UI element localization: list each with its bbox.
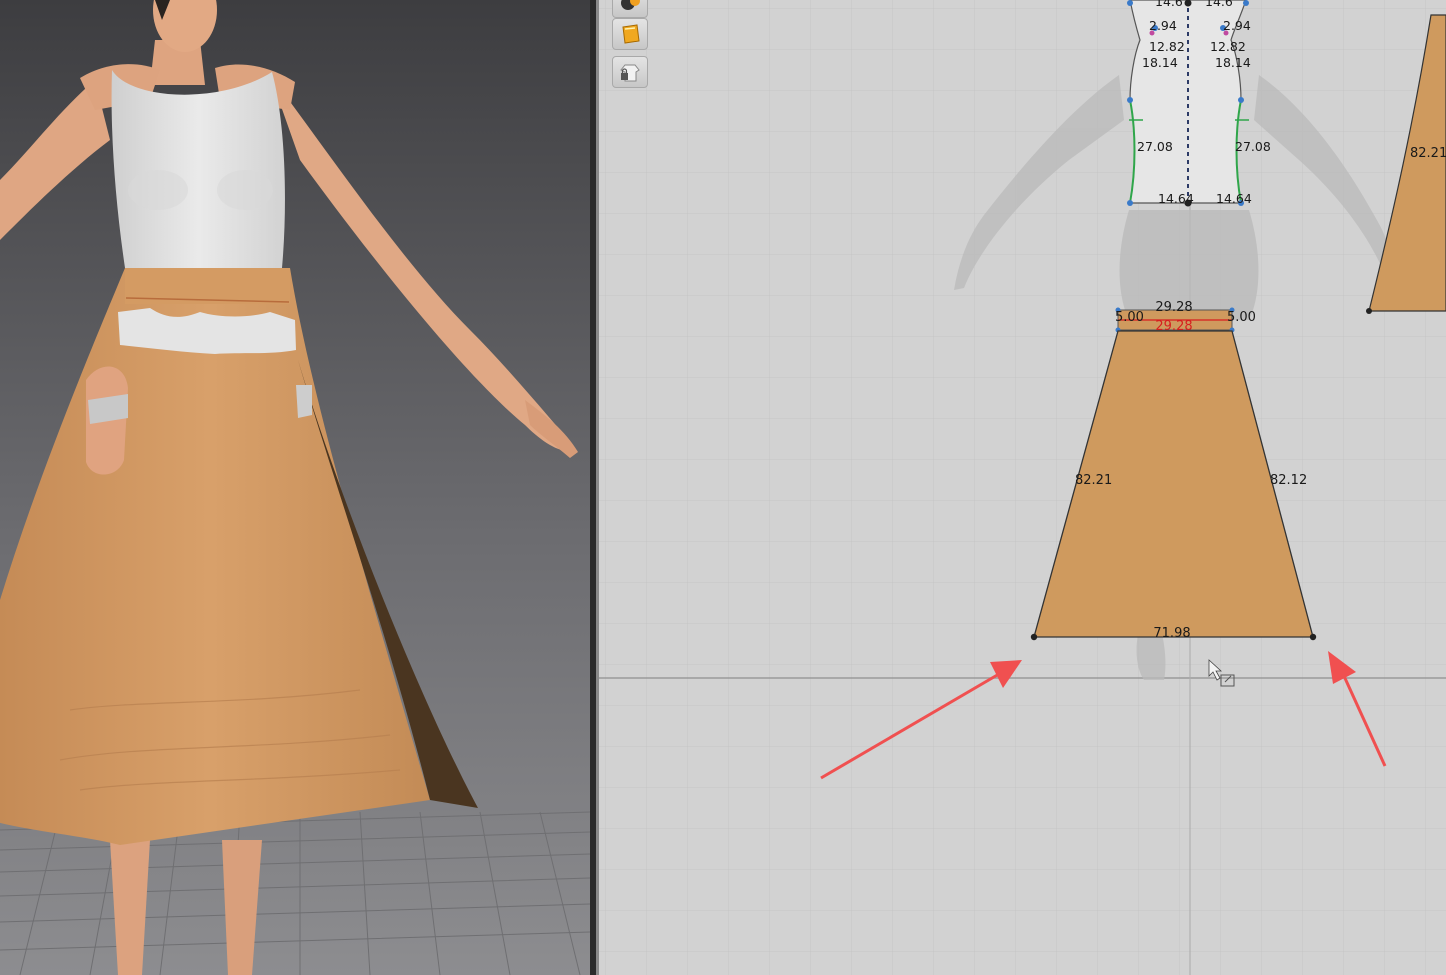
bodice-measure-top-left: 14.6 [1155,0,1183,9]
bodice-measure-neck-left: 2.94 [1149,18,1177,33]
pattern-canvas[interactable]: 14.6 14.6 2.94 2.94 12.82 12.82 18.14 18… [599,0,1446,975]
bodice-measure-shoulder-left: 18.14 [1142,55,1178,70]
lock-garment-icon[interactable] [612,56,648,88]
2d-pattern-window[interactable]: 14.6 14.6 2.94 2.94 12.82 12.82 18.14 18… [599,0,1446,975]
skirt-measure-left-side: 82.21 [1075,473,1112,488]
bodice-measure-waist-right: 14.64 [1216,191,1252,206]
waistband-measure-right: 5.00 [1227,310,1256,325]
3d-scene[interactable] [0,0,590,975]
skirt-measure-right-side: 82.12 [1270,473,1307,488]
bodice-measure-neck-right: 2.94 [1223,18,1251,33]
bodice-measure-top-right: 14.6 [1205,0,1233,9]
hem-point-right[interactable] [1309,633,1317,641]
bodice-measure-mid-left: 12.82 [1149,39,1185,54]
waistband-measure-left: 5.00 [1115,310,1144,325]
bodice-measure-mid-right: 12.82 [1210,39,1246,54]
bodice-measure-side-left: 27.08 [1137,139,1173,154]
avatar-display-icon[interactable] [612,0,648,18]
hem-point-left[interactable] [1030,633,1038,641]
skirt-measure-hem: 71.98 [1153,626,1190,641]
3d-viewport[interactable] [0,0,590,975]
bodice-measure-waist-left: 14.64 [1158,191,1194,206]
waistband-measure-top: 29.28 [1155,300,1192,315]
bodice-3d[interactable] [111,70,285,268]
right-piece-measure: 82.21 [1410,146,1446,161]
fabric-icon[interactable] [612,18,648,50]
bodice-measure-side-right: 27.08 [1235,139,1271,154]
bodice-measure-shoulder-right: 18.14 [1215,55,1251,70]
